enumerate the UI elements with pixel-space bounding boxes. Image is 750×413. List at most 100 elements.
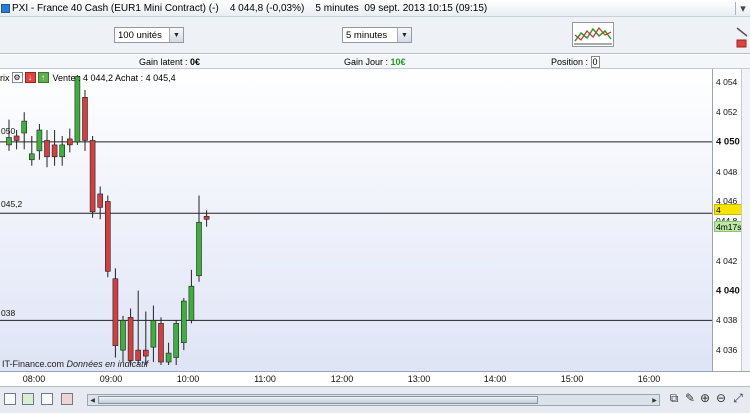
candle [28,135,35,166]
candle-body-down [89,140,96,213]
candle-body-down [127,317,134,361]
indicator-icon[interactable] [22,393,34,405]
candle [158,317,164,365]
candle [44,130,50,168]
scroll-left-icon[interactable]: ◀ [88,395,97,405]
candle [203,210,210,227]
watermark-note: Données en indicatif [66,359,149,369]
y-tick-label: 4 042 [716,255,738,266]
tick-chart-icon[interactable] [4,393,16,405]
chevron-down-icon: ▼ [169,28,183,42]
candle [51,130,58,166]
buy-icon[interactable]: ↑ [37,72,49,83]
zoom-fit-icon[interactable]: ⤢ [731,391,745,407]
price-chart[interactable]: rix ⚙ ↓ ↑ Vente : 4 044,2 Achat : 4 045,… [0,69,713,371]
horizontal-scrollbar[interactable]: ◀ ▶ [87,394,660,406]
time-axis[interactable]: 08:00 09:00 10:00 11:00 12:00 13:00 14:00 15:00… [0,371,713,386]
scroll-right-icon[interactable]: ▶ [650,395,659,405]
candle-body-up [196,221,202,277]
x-tick-label: 12:00 [330,374,354,384]
candle [150,305,157,363]
candle [59,135,66,166]
chart-overview-icon[interactable]: ⧉ [667,391,681,407]
window-menu-icon[interactable]: ▾ [736,2,750,15]
order-bar-prefix: rix [0,72,10,83]
candle-body-up [74,76,81,143]
candle-body-up [188,285,195,321]
candle [67,128,73,153]
candle [143,311,149,365]
quantity-select[interactable]: 100 unités ▼ [114,27,184,43]
candle [36,124,43,160]
candle-body-up [173,323,179,358]
zoom-in-icon[interactable]: ⊕ [698,391,712,407]
candle-body-up [120,320,126,351]
candle [112,268,119,358]
x-tick-label: 10:00 [176,374,200,384]
drawing-tools-button[interactable] [734,22,750,52]
position-label: Position : [551,57,591,67]
candle [165,342,172,365]
chevron-down-icon: ▼ [397,28,411,42]
y-tick-label: 4 036 [716,345,738,356]
scroll-thumb[interactable] [98,396,538,404]
candle-timer-tag: 4m17s [714,221,744,232]
candle-body-down [51,144,58,158]
candle-body-down [67,138,73,146]
app-logo-icon [1,3,10,13]
x-tick-label: 11:00 [254,374,276,384]
position-value[interactable]: 0 [590,56,600,68]
toolbar: 100 unités ▼ 5 minutes ▼ [0,17,750,54]
properties-icon[interactable] [41,393,53,405]
x-tick-label: 15:00 [560,374,584,384]
candle-body-up [165,352,172,363]
pencil-icon [736,27,748,48]
sell-icon[interactable]: ↓ [24,72,36,83]
orders-icon[interactable] [61,393,73,405]
candlestick-svg [0,75,712,365]
line-label-middle: 045,2 [1,199,23,209]
candle-body-down [82,97,88,141]
candle [135,290,141,365]
chart-type-button[interactable] [572,22,614,47]
candle-body-down [203,215,210,220]
gain-jour: Gain Jour : 10€ [344,57,406,67]
candle-body-down [143,349,149,357]
gain-jour-label: Gain Jour : [344,57,391,67]
candle [173,320,179,365]
last-price-tag: 4 044,8 [714,204,744,226]
wrench-icon[interactable]: ⚙ [11,72,23,83]
vertical-scrollbar[interactable] [741,69,750,371]
zoom-out-icon[interactable]: ⊖ [714,391,728,407]
candle-body-down [112,278,119,346]
candle [97,186,103,220]
candle-body-down [13,135,20,141]
candle-body-down [44,140,50,158]
candle [188,269,195,324]
draw-tool-icon[interactable]: ✎ [683,391,697,407]
timeframe-select[interactable]: 5 minutes ▼ [342,27,412,43]
quantity-select-value: 100 unités [118,29,162,41]
candle-body-up [59,144,66,158]
candle [196,195,202,282]
candle [181,298,187,351]
candle-body-up [150,320,157,348]
bottom-toolbar: ◀ ▶ ⧉ ✎ ⊕ ⊖ ⤢ [0,386,750,413]
window-title: PXI - France 40 Cash (EUR1 Mini Contract… [12,2,488,14]
timeframe-select-value: 5 minutes [346,29,388,41]
watermark-brand: IT-Finance.com [2,359,65,369]
candle [21,112,28,150]
candle-body-up [6,137,12,146]
order-bar: rix ⚙ ↓ ↑ Vente : 4 044,2 Achat : 4 045,… [0,71,176,84]
chart-style-icon [574,27,612,45]
candle-body-up [36,129,43,152]
y-tick-label: 4 048 [716,166,738,177]
y-tick-label: 4 052 [716,107,738,118]
candle-body-down [97,193,103,208]
gain-latent-label: Gain latent : [139,57,191,67]
y-tick-label: 4 050 [716,136,740,148]
y-tick-label: 4 038 [716,315,738,326]
candle [127,308,134,365]
candle-body-down [158,323,164,363]
candle-body-up [21,120,28,134]
